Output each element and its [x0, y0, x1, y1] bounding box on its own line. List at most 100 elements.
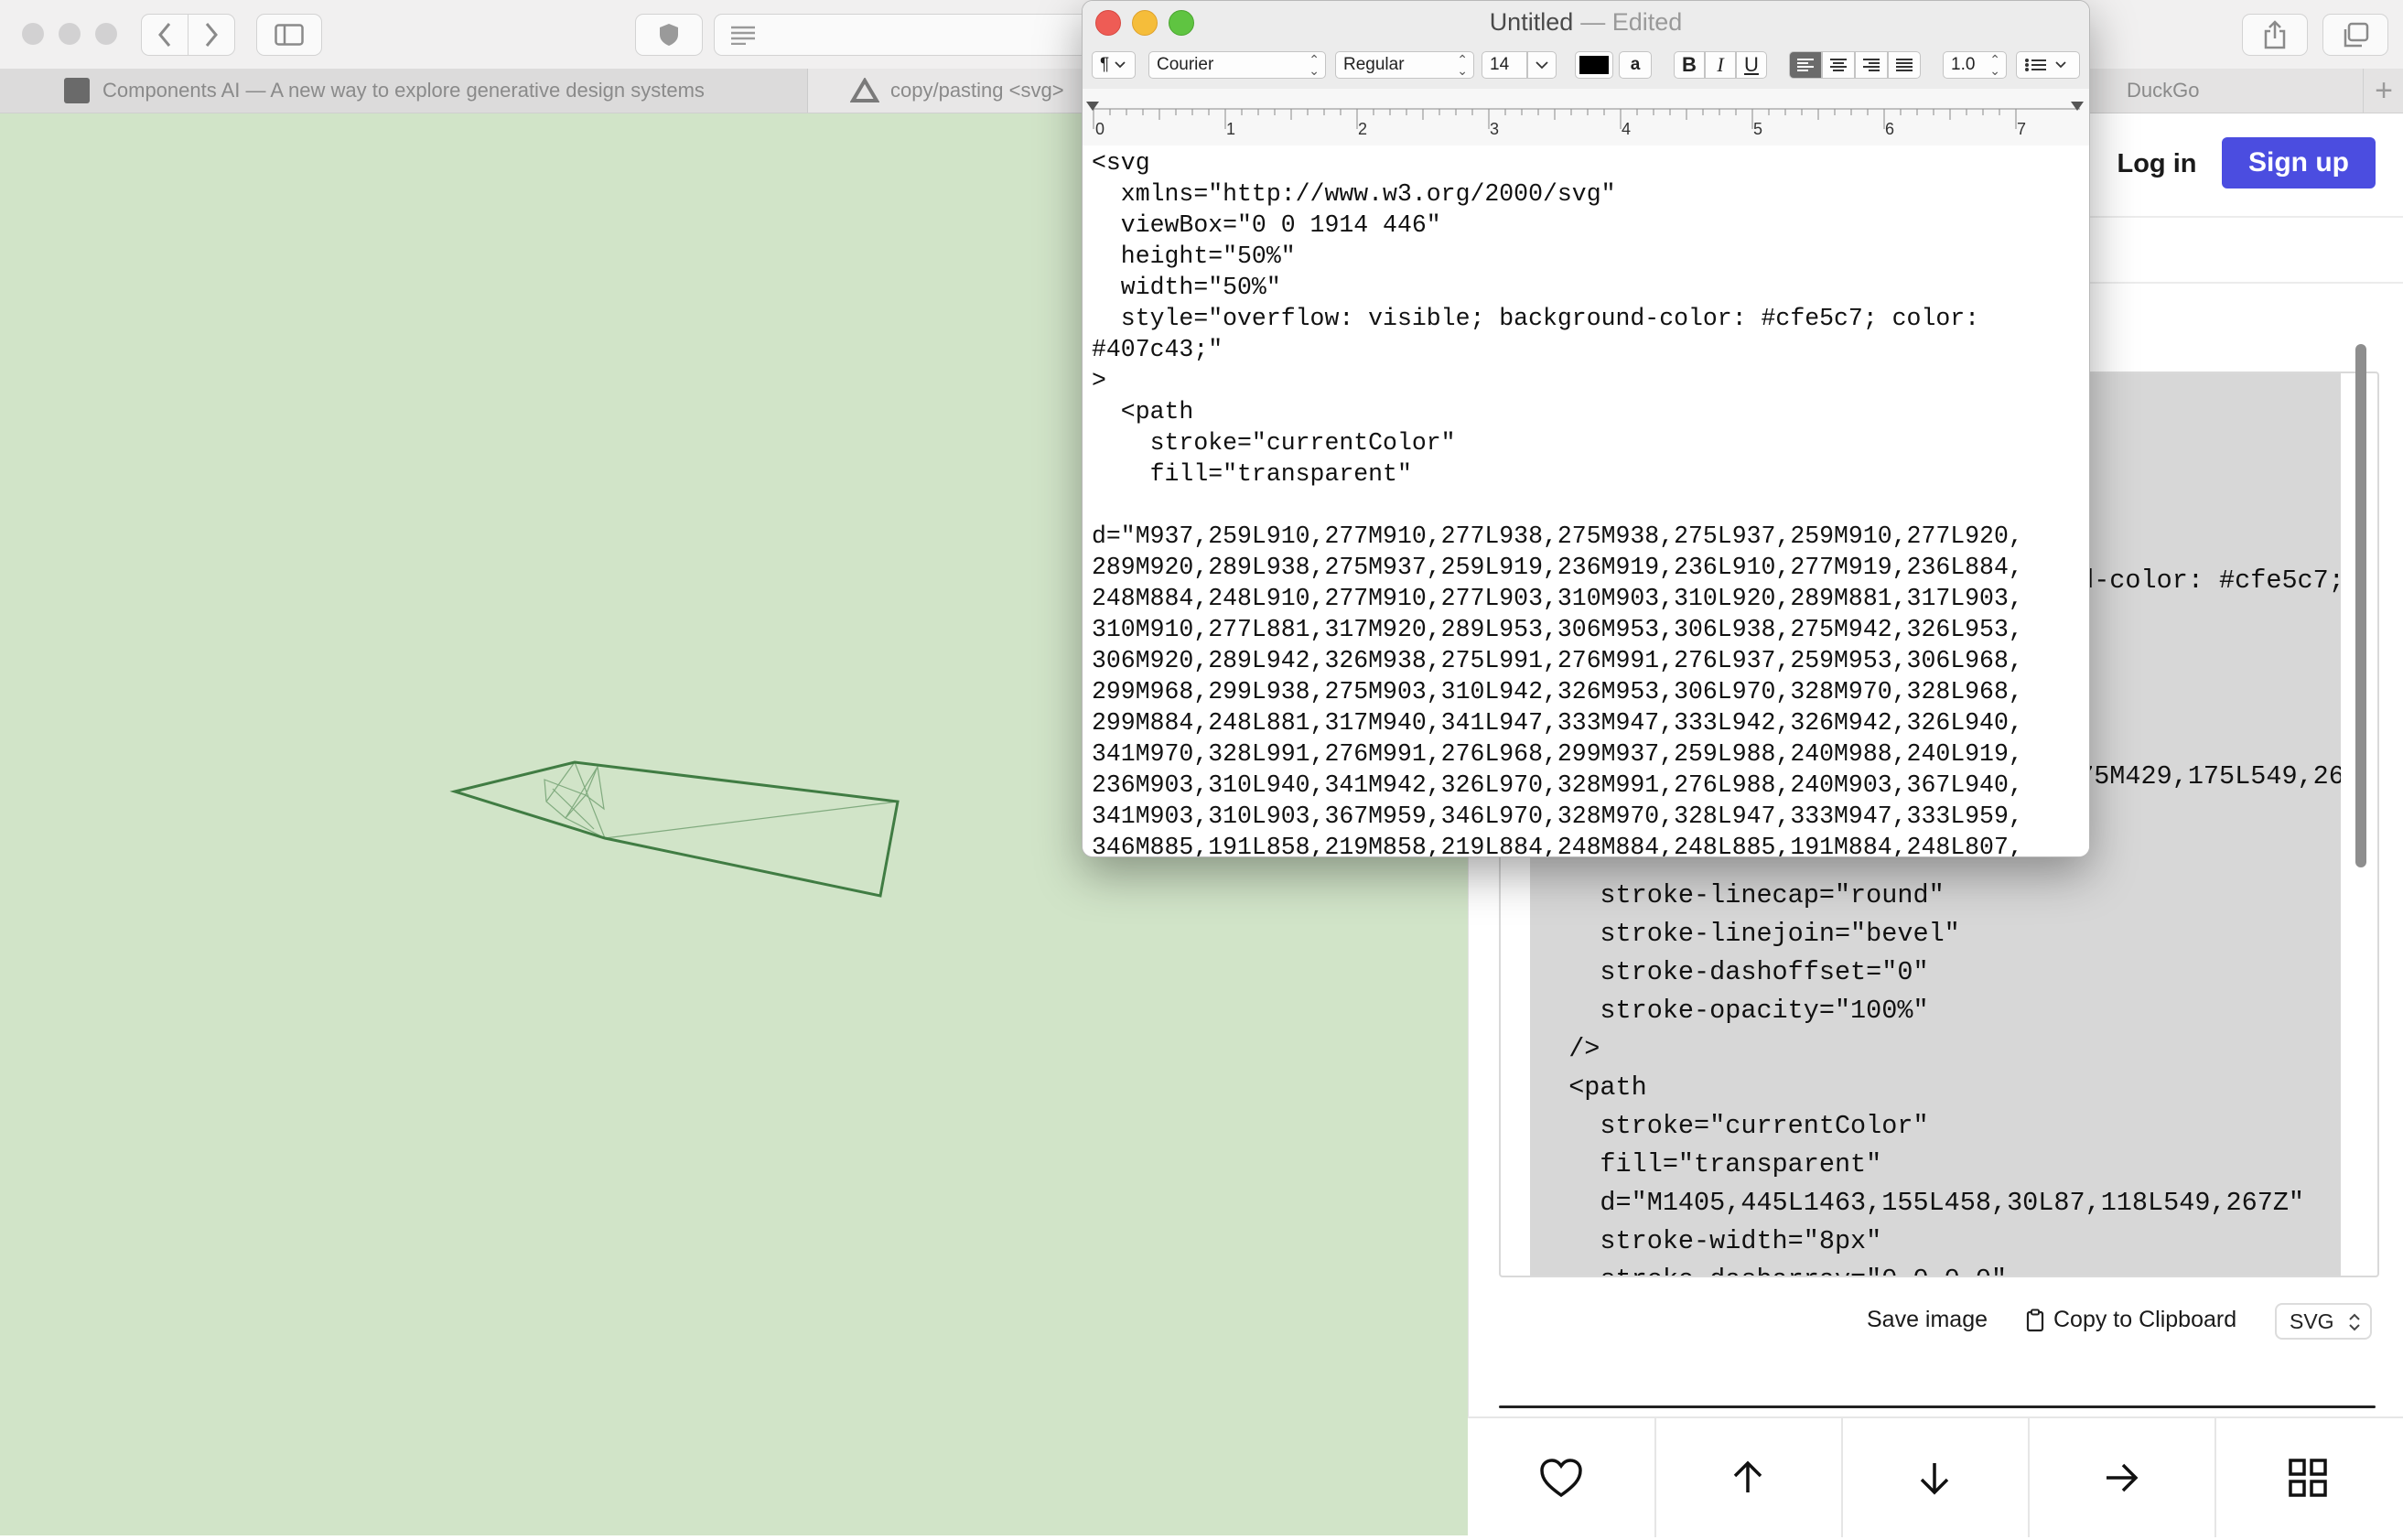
next-button[interactable] [1841, 1418, 2030, 1537]
code-line: fill="transparent" [1537, 1149, 1882, 1179]
justify-icon [1896, 59, 1913, 71]
shield-icon [660, 24, 678, 46]
underline-button[interactable]: U [1736, 51, 1767, 79]
italic-label: I [1717, 53, 1724, 76]
window-minimize-button[interactable] [59, 23, 81, 45]
italic-button[interactable]: I [1705, 51, 1736, 79]
bold-button[interactable]: B [1674, 51, 1705, 79]
textedit-zoom-button[interactable] [1169, 10, 1194, 36]
text-line: <path [1092, 398, 1194, 425]
line-spacing-select[interactable]: 1.0 ⌃ ⌄ [1943, 51, 2007, 79]
code-line: stroke-dashoffset="0" [1537, 957, 1929, 987]
textedit-close-button[interactable] [1095, 10, 1121, 36]
bold-label: B [1682, 53, 1697, 76]
code-line: stroke-dasharray="0,0,0,0" [1537, 1265, 2007, 1276]
text-line: 236M903,310L940,341M942,326L970,328M991,… [1092, 771, 2023, 799]
address-bar[interactable] [714, 14, 1105, 56]
reader-icon [731, 26, 755, 45]
highlight-color-button[interactable]: a [1619, 51, 1652, 79]
grid-view-button[interactable] [2214, 1418, 2401, 1537]
list-style-menu[interactable] [2016, 51, 2080, 79]
previous-button[interactable] [1654, 1418, 1843, 1537]
text-line: width="50%" [1092, 274, 1281, 301]
tab-overview-button[interactable] [2322, 14, 2388, 56]
arrow-up-icon [1733, 1460, 1762, 1492]
new-tab-button[interactable]: + [2363, 69, 2403, 113]
code-line: stroke-opacity="100%" [1537, 996, 1929, 1026]
updown-chevron-icon [2349, 1313, 2360, 1331]
code-line: stroke-linecap="round" [1537, 880, 1945, 910]
code-line: /> [1537, 1034, 1600, 1064]
format-bar: ¶ Courier ⌃ ⌄ Regular ⌃ ⌄ 14 a B I U 1.0… [1083, 43, 2089, 90]
chevron-right-icon [205, 23, 218, 47]
align-center-button[interactable] [1822, 51, 1855, 79]
sidebar-icon [275, 24, 304, 46]
font-style-select[interactable]: Regular ⌃ ⌄ [1335, 51, 1474, 79]
text-color-well[interactable] [1575, 51, 1613, 79]
font-size-field[interactable]: 14 [1482, 51, 1527, 79]
textedit-titlebar[interactable]: Untitled — Edited [1083, 1, 2089, 43]
text-line: 310M910,277L881,317M920,289L953,306M953,… [1092, 616, 2023, 643]
forward-button[interactable] [188, 14, 235, 56]
text-line: 306M920,289L942,326M938,275L991,276M991,… [1092, 647, 2023, 674]
code-line: <path [1537, 1072, 1647, 1103]
text-line: style="overflow: visible; background-col… [1092, 305, 1980, 332]
arrow-down-icon [1920, 1463, 1949, 1495]
share-button[interactable] [2242, 14, 2308, 56]
align-right-icon [1863, 59, 1880, 71]
text-line: 346M885,191L858,219M858,219L884,248M884,… [1092, 834, 2023, 856]
heart-icon [1540, 1459, 1582, 1498]
like-button[interactable] [1468, 1418, 1656, 1537]
paragraph-style-menu[interactable]: ¶ [1092, 51, 1136, 79]
text-line: 341M903,310L903,367M959,346L970,328M970,… [1092, 802, 2023, 830]
align-right-button[interactable] [1855, 51, 1888, 79]
highlight-label: a [1630, 55, 1641, 74]
code-line: nd-color: #cfe5c7; [2063, 565, 2341, 596]
font-style-value: Regular [1343, 55, 1405, 74]
textedit-minimize-button[interactable] [1132, 10, 1158, 36]
code-line: stroke-width="8px" [1537, 1226, 1882, 1256]
ruler-label: 1 [1226, 120, 1236, 138]
bullet-list-icon [2025, 59, 2046, 71]
updown-chevron-icon: ⌃ ⌄ [1309, 52, 1320, 78]
forward-arrow-button[interactable] [2028, 1418, 2216, 1537]
align-left-button[interactable] [1789, 51, 1822, 79]
tab-duckduckgo[interactable]: DuckGo [2088, 69, 2363, 113]
color-swatch [1579, 56, 1609, 74]
format-select[interactable]: SVG [2275, 1303, 2372, 1340]
ruler-label: 0 [1095, 120, 1105, 138]
privacy-report-button[interactable] [635, 14, 703, 56]
copy-to-clipboard-button[interactable]: Copy to Clipboard [2026, 1307, 2236, 1333]
tab-title: Components AI — A new way to explore gen… [102, 79, 705, 102]
tab-components-ai[interactable]: Components AI — A new way to explore gen… [0, 69, 808, 113]
sign-up-button[interactable]: Sign up [2222, 137, 2376, 188]
text-line: 248M884,248L910,277M910,277L903,310M903,… [1092, 585, 2023, 612]
code-line: stroke="currentColor" [1537, 1111, 1929, 1141]
code-scrollbar[interactable] [2355, 344, 2366, 867]
align-center-icon [1830, 59, 1847, 71]
window-close-button[interactable] [22, 23, 44, 45]
share-icon [2264, 20, 2286, 49]
justify-button[interactable] [1888, 51, 1921, 79]
tab-copy-pasting-svg[interactable]: copy/pasting <svg> [808, 69, 1101, 113]
chevron-down-icon [1536, 60, 1548, 69]
save-image-button[interactable]: Save image [1867, 1307, 1988, 1333]
text-line: xmlns="http://www.w3.org/2000/svg" [1092, 180, 1616, 208]
sidebar-toggle-button[interactable] [256, 14, 322, 56]
arrow-right-icon [2107, 1463, 2139, 1492]
text-line: 289M920,289L938,275M937,259L919,236M919,… [1092, 554, 2023, 581]
window-zoom-button[interactable] [95, 23, 117, 45]
ruler-label: 4 [1622, 120, 1632, 138]
text-line: > [1092, 367, 1106, 394]
back-button[interactable] [141, 14, 189, 56]
text-line: stroke="currentColor" [1092, 429, 1456, 457]
text-line: fill="transparent" [1092, 460, 1412, 488]
font-family-select[interactable]: Courier ⌃ ⌄ [1148, 51, 1326, 79]
chevron-down-icon [2055, 61, 2066, 69]
document-text-area[interactable]: <svg xmlns="http://www.w3.org/2000/svg" … [1083, 145, 2089, 856]
font-size-menu[interactable] [1527, 51, 1557, 79]
bottom-nav [1468, 1416, 2403, 1537]
text-line: d="M937,259L910,277M910,277L938,275M938,… [1092, 522, 2023, 550]
log-in-link[interactable]: Log in [2107, 139, 2207, 188]
ruler[interactable]: 0 1 2 3 4 5 6 7 [1083, 89, 2089, 146]
